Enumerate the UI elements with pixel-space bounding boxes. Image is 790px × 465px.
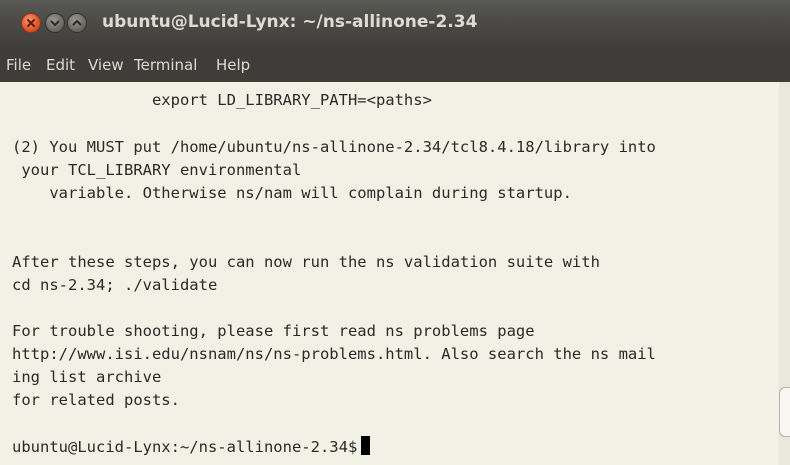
- close-icon: [27, 19, 35, 27]
- close-button[interactable]: [21, 13, 41, 33]
- menu-help[interactable]: Help: [216, 56, 250, 74]
- terminal-line: for related posts.: [12, 391, 180, 409]
- menu-file[interactable]: File: [6, 56, 31, 74]
- terminal-output[interactable]: export LD_LIBRARY_PATH=<paths> (2) You M…: [0, 82, 790, 465]
- prompt-line[interactable]: ubuntu@Lucid-Lynx:~/ns-allinone-2.34$: [12, 436, 371, 457]
- title-bar[interactable]: ubuntu@Lucid-Lynx: ~/ns-allinone-2.34: [0, 0, 790, 48]
- menu-view[interactable]: View: [88, 56, 124, 74]
- menu-terminal[interactable]: Terminal: [134, 56, 197, 74]
- terminal-line: cd ns-2.34; ./validate: [12, 276, 218, 294]
- terminal-line: After these steps, you can now run the n…: [12, 253, 600, 271]
- maximize-icon: [72, 20, 82, 26]
- cursor: [361, 436, 371, 455]
- scrollbar-thumb[interactable]: [779, 387, 790, 437]
- scrollbar[interactable]: [779, 82, 790, 465]
- window-title: ubuntu@Lucid-Lynx: ~/ns-allinone-2.34: [102, 12, 478, 32]
- terminal-line: (2) You MUST put /home/ubuntu/ns-allinon…: [12, 138, 656, 156]
- shell-prompt: ubuntu@Lucid-Lynx:~/ns-allinone-2.34$: [12, 438, 358, 456]
- terminal-window: ubuntu@Lucid-Lynx: ~/ns-allinone-2.34 Fi…: [0, 0, 790, 465]
- terminal-line: your TCL_LIBRARY environmental: [12, 161, 302, 179]
- menu-bar: File Edit View Terminal Help: [0, 48, 790, 82]
- terminal-line: export LD_LIBRARY_PATH=<paths>: [12, 91, 432, 109]
- terminal-line: ing list archive: [12, 368, 162, 386]
- terminal-line: variable. Otherwise ns/nam will complain…: [12, 184, 572, 202]
- terminal-line: For trouble shooting, please first read …: [12, 322, 535, 340]
- maximize-button[interactable]: [67, 13, 87, 33]
- menu-edit[interactable]: Edit: [46, 56, 75, 74]
- minimize-icon: [50, 20, 60, 26]
- minimize-button[interactable]: [45, 13, 65, 33]
- terminal-line: http://www.isi.edu/nsnam/ns/ns-problems.…: [12, 345, 656, 363]
